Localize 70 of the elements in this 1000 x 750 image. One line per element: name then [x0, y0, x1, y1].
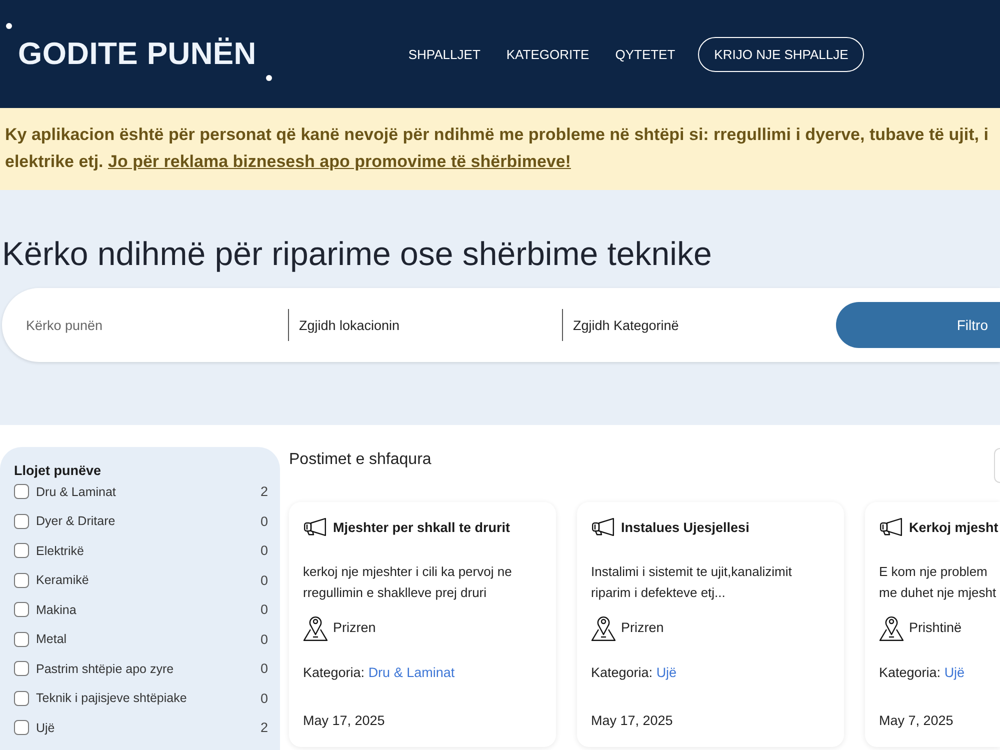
- post-date: May 7, 2025: [879, 712, 954, 730]
- checkbox[interactable]: [14, 720, 29, 736]
- category-label: Ujë: [36, 720, 55, 735]
- checkbox[interactable]: [14, 484, 29, 500]
- category-label: Dru & Laminat: [36, 484, 116, 499]
- notice-text: Ky aplikacion është për personat që kanë nevojë për ndihmë me probleme në shtëpi si: rregullimi i dyerve, tubave të ujit, i elektrike etj. Jo për reklama biznesesh apo promovime të shërbimeve!: [0, 108, 1000, 190]
- category-count: 0: [260, 632, 268, 647]
- category-count: 0: [260, 661, 268, 676]
- map-pin-icon: [591, 614, 616, 641]
- category-count: 0: [260, 602, 268, 618]
- posts-title: Postimet e shfaqura: [289, 450, 432, 470]
- category-label: Dyer & Dritare: [36, 514, 116, 528]
- category-label: Elektrikë: [36, 544, 84, 558]
- nav-link[interactable]: KATEGORITE: [506, 46, 590, 62]
- map-pin-icon: [303, 614, 328, 641]
- category-line: Kategoria: Ujë: [879, 664, 966, 682]
- post-card[interactable]: Kerkoj mjesht E kom nje problem me duhet nje mjesht Prishtinë Kategoria: Ujë May 7, 2025: [865, 502, 1000, 747]
- checkbox[interactable]: [14, 543, 29, 558]
- category-label: Keramikë: [36, 573, 89, 588]
- category-count: 0: [260, 690, 268, 706]
- checkbox[interactable]: [14, 632, 29, 647]
- checkbox[interactable]: [14, 514, 29, 529]
- checkbox[interactable]: [14, 572, 29, 588]
- category-count: 2: [260, 484, 268, 500]
- nav-link[interactable]: QYTETET: [615, 46, 676, 62]
- category-count: 0: [260, 572, 268, 588]
- category-link[interactable]: Dru & Laminat: [368, 665, 455, 680]
- nav-link[interactable]: SHPALLJET: [408, 46, 480, 62]
- category-label: Metal: [36, 632, 67, 646]
- post-card[interactable]: Instalues Ujesjellesi Instalimi i sistemit te ujit,kanalizimit riparim i defekteve etj... Prizren Kategoria: Ujë May 17, 2025: [577, 502, 844, 747]
- sidebar-title: Llojet punëve: [14, 463, 102, 479]
- post-date: May 17, 2025: [303, 712, 386, 730]
- filter-button[interactable]: Filtro: [836, 302, 1000, 348]
- post-card[interactable]: Mjeshter per shkall te drurit kerkoj nje mjeshter i cili ka pervoj ne rregullimin e shaklleve prej druri Prizren Kategoria: Dru & Laminat May 17, 2025: [289, 502, 556, 747]
- category-link[interactable]: Ujë: [944, 665, 965, 680]
- post-title: Kerkoj mjesht: [909, 520, 998, 534]
- post-title: Instalues Ujesjellesi: [621, 520, 750, 534]
- category-link[interactable]: Ujë: [656, 665, 677, 680]
- city-label: Prizren: [621, 620, 664, 635]
- category-count: 0: [260, 543, 268, 558]
- category-line: Kategoria: Ujë: [591, 664, 678, 682]
- category-count: 0: [260, 514, 268, 529]
- city-label: Prizren: [333, 620, 376, 635]
- category-select[interactable]: Zgjidh Kategorinë: [563, 302, 836, 348]
- checkbox[interactable]: [14, 690, 29, 706]
- search-field[interactable]: Kërko punën: [2, 302, 288, 348]
- map-pin-icon: [879, 614, 904, 641]
- notice-link[interactable]: Jo për reklama biznesesh apo promovime të shërbimeve!: [108, 152, 571, 171]
- city-label: Prishtinë: [909, 620, 962, 635]
- category-count: 2: [260, 720, 268, 736]
- dot-icon: [6, 23, 12, 29]
- post-description: kerkoj nje mjeshter i cili ka pervoj ne rregullimin e shaklleve prej druri: [303, 563, 513, 602]
- post-title: Mjeshter per shkall te drurit: [333, 520, 510, 534]
- post-description: Instalimi i sistemit te ujit,kanalizimit riparim i defekteve etj...: [591, 563, 793, 602]
- category-label: Makina: [36, 602, 76, 617]
- post-date: May 17, 2025: [591, 712, 674, 730]
- checkbox[interactable]: [14, 602, 29, 618]
- megaphone-icon: [591, 518, 615, 536]
- category-label: Teknik i pajisjeve shtëpiake: [36, 691, 187, 706]
- megaphone-icon: [879, 518, 903, 536]
- hero-title: Kërko ndihmë për riparime ose shërbime teknike: [2, 235, 713, 273]
- checkbox[interactable]: [14, 661, 29, 676]
- create-listing-button[interactable]: KRIJO NJE SHPALLJE: [698, 36, 864, 72]
- category-label: Pastrim shtëpie apo zyre: [36, 662, 174, 676]
- dot-icon: [266, 75, 272, 81]
- location-select[interactable]: Zgjidh lokacionin: [289, 302, 562, 348]
- megaphone-icon: [303, 518, 327, 536]
- site-logo[interactable]: GODITE PUNËN: [18, 36, 256, 72]
- category-line: Kategoria: Dru & Laminat: [303, 664, 456, 682]
- post-description: E kom nje problem me duhet nje mjesht: [879, 563, 998, 602]
